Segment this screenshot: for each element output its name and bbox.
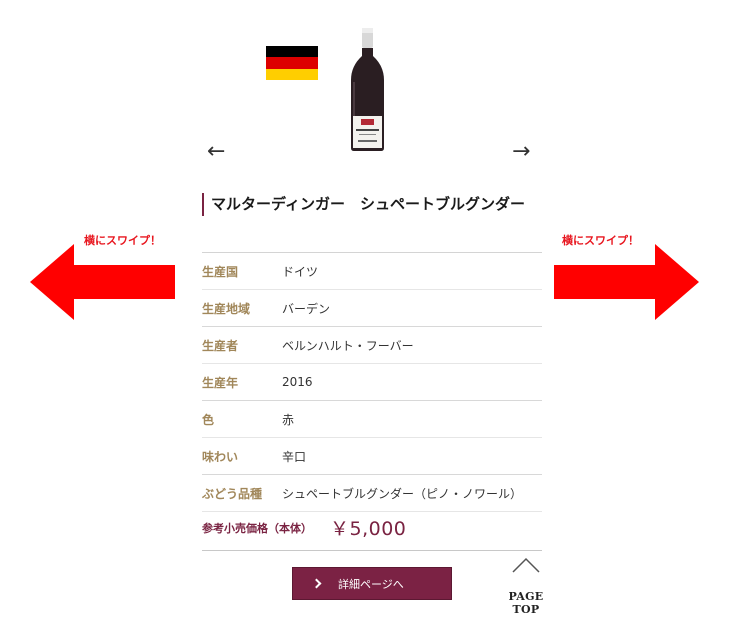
price-label: 参考小売価格（本体） xyxy=(202,521,312,535)
spec-value: ドイツ xyxy=(282,264,319,279)
spec-label: 味わい xyxy=(202,449,239,464)
spec-label: 色 xyxy=(202,412,215,427)
spec-value: ベルンハルト・フーバー xyxy=(282,338,414,353)
spec-label: ぶどう品種 xyxy=(202,486,263,501)
product-title: マルターディンガー シュペートブルグンダー xyxy=(211,195,525,213)
spec-label: 生産者 xyxy=(202,338,239,353)
wine-bottle-image xyxy=(345,26,390,152)
spec-table: 生産国 ドイツ 生産地域 バーデン 生産者 ベルンハルト・フーバー 生産年 20… xyxy=(202,252,542,512)
spec-label: 生産国 xyxy=(202,264,239,279)
spec-row-taste: 味わい 辛口 xyxy=(202,438,542,475)
spec-value: バーデン xyxy=(282,301,331,316)
chevron-up-icon xyxy=(512,557,540,573)
spec-value: 赤 xyxy=(282,412,295,427)
page-top-label: PAGE TOP xyxy=(508,590,544,616)
spec-label: 生産地域 xyxy=(202,301,251,316)
spec-value: 2016 xyxy=(282,375,313,389)
price-row: 参考小売価格（本体） ￥5,000 xyxy=(202,505,542,551)
spec-value: シュペートブルグンダー（ピノ・ノワール） xyxy=(282,486,523,501)
spec-row-vintage: 生産年 2016 xyxy=(202,364,542,401)
spec-row-color: 色 赤 xyxy=(202,401,542,438)
spec-row-region: 生産地域 バーデン xyxy=(202,290,542,327)
spec-label: 生産年 xyxy=(202,375,239,390)
germany-flag-icon xyxy=(266,46,318,80)
spec-row-producer: 生産者 ベルンハルト・フーバー xyxy=(202,327,542,364)
page-top-button[interactable]: PAGE TOP xyxy=(494,556,558,616)
detail-page-button-label: 詳細ページへ xyxy=(338,577,404,591)
product-title-block: マルターディンガー シュペートブルグンダー xyxy=(202,193,542,216)
previous-arrow-button[interactable]: ← xyxy=(207,141,225,163)
swipe-left-arrow-icon xyxy=(30,244,175,320)
chevron-right-icon xyxy=(311,578,322,589)
spec-row-country: 生産国 ドイツ xyxy=(202,253,542,290)
detail-page-button[interactable]: 詳細ページへ xyxy=(292,567,452,600)
swipe-right-arrow-icon xyxy=(554,244,699,320)
spec-value: 辛口 xyxy=(282,449,307,464)
price-value: ￥5,000 xyxy=(330,518,407,540)
next-arrow-button[interactable]: → xyxy=(512,141,530,163)
